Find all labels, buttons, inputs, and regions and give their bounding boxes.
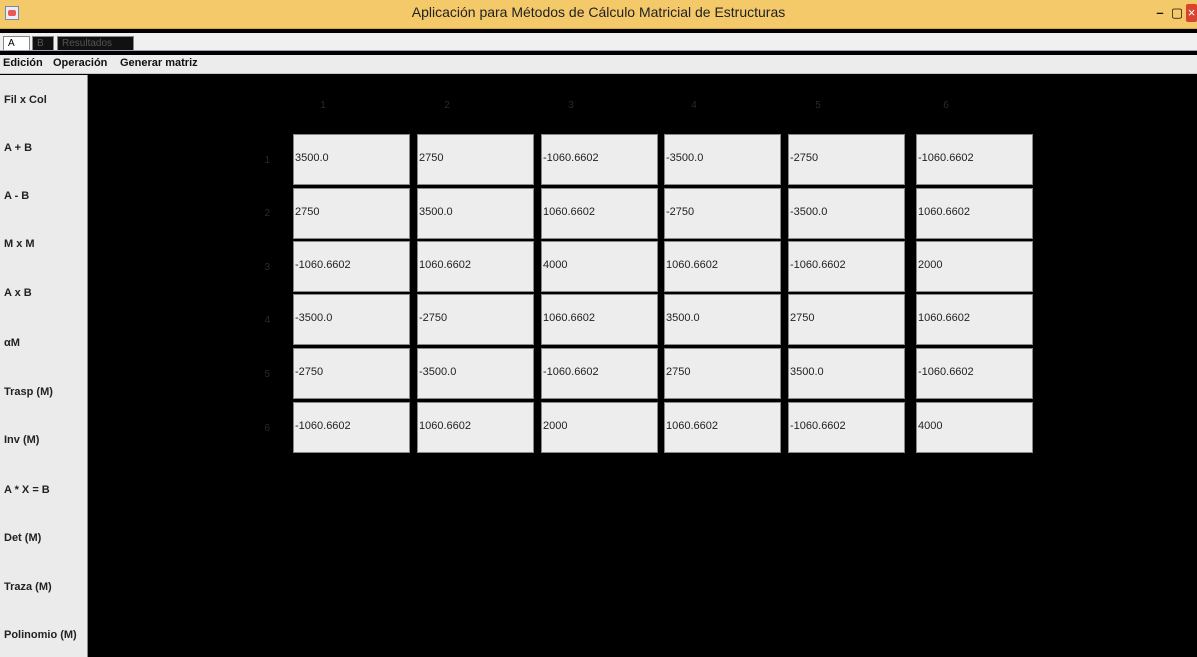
- matrix-cell[interactable]: -2750: [664, 188, 781, 239]
- matrix-cell[interactable]: -3500.0: [664, 134, 781, 185]
- tab-a[interactable]: A: [3, 36, 30, 50]
- matrix-cell[interactable]: 1060.6602: [417, 241, 534, 292]
- a-x-b-button[interactable]: A x B: [0, 271, 87, 315]
- inverse-button[interactable]: Inv (M): [0, 418, 87, 462]
- matrix-cell[interactable]: 3500.0: [788, 348, 905, 399]
- matrix-cell[interactable]: -3500.0: [293, 294, 410, 345]
- matrix-cell[interactable]: 3500.0: [293, 134, 410, 185]
- matrix-cell[interactable]: 1060.6602: [664, 402, 781, 453]
- close-button[interactable]: ×: [1186, 4, 1197, 22]
- polynomial-button[interactable]: Polinomio (M): [0, 613, 87, 657]
- tab-b[interactable]: B: [32, 36, 54, 50]
- matrix-cell[interactable]: -2750: [293, 348, 410, 399]
- matrix-cell[interactable]: 3500.0: [417, 188, 534, 239]
- tab-resultados[interactable]: Resultados: [57, 36, 134, 50]
- matrix-cell[interactable]: 1060.6602: [916, 188, 1033, 239]
- column-header: 5: [815, 100, 821, 111]
- tab-bar: A B Resultados: [0, 33, 1197, 51]
- a-plus-b-button[interactable]: A + B: [0, 126, 87, 170]
- row-header: 6: [264, 423, 270, 434]
- matrix-cell[interactable]: -1060.6602: [916, 348, 1033, 399]
- matrix-cell[interactable]: -1060.6602: [293, 402, 410, 453]
- row-header: 2: [264, 208, 270, 219]
- scalar-multiply-button[interactable]: αM: [0, 321, 87, 365]
- matrix-cell[interactable]: 1060.6602: [541, 188, 658, 239]
- matrix-cell[interactable]: -1060.6602: [541, 134, 658, 185]
- a-minus-b-button[interactable]: A - B: [0, 174, 87, 218]
- matrix-cell[interactable]: 1060.6602: [541, 294, 658, 345]
- matrix-cell[interactable]: -1060.6602: [541, 348, 658, 399]
- matrix-cell[interactable]: 2750: [293, 188, 410, 239]
- menu-generar-matriz[interactable]: Generar matriz: [120, 57, 198, 69]
- matrix-cell[interactable]: 2750: [664, 348, 781, 399]
- menu-operacion[interactable]: Operación: [53, 57, 107, 69]
- row-header: 4: [264, 315, 270, 326]
- column-header: 2: [444, 100, 450, 111]
- column-header: 1: [320, 100, 326, 111]
- matrix-cell[interactable]: -1060.6602: [788, 402, 905, 453]
- trace-button[interactable]: Traza (M): [0, 565, 87, 609]
- determinant-button[interactable]: Det (M): [0, 516, 87, 560]
- matrix-cell[interactable]: -1060.6602: [788, 241, 905, 292]
- matrix-cell[interactable]: -2750: [788, 134, 905, 185]
- column-header: 4: [691, 100, 697, 111]
- matrix-cell[interactable]: -3500.0: [417, 348, 534, 399]
- window-title: Aplicación para Métodos de Cálculo Matri…: [411, 4, 786, 20]
- matrix-cell[interactable]: 1060.6602: [417, 402, 534, 453]
- maximize-button[interactable]: ▢: [1170, 4, 1184, 22]
- row-header: 1: [264, 155, 270, 166]
- matrix-cell[interactable]: 3500.0: [664, 294, 781, 345]
- title-bar: Aplicación para Métodos de Cálculo Matri…: [0, 0, 1197, 29]
- matrix-cell[interactable]: 2750: [417, 134, 534, 185]
- column-header: 3: [568, 100, 574, 111]
- row-header: 5: [264, 369, 270, 380]
- matrix-cell[interactable]: -3500.0: [788, 188, 905, 239]
- menu-bar: Edición Operación Generar matriz: [0, 55, 1197, 74]
- fil-x-col-button[interactable]: Fil x Col: [0, 78, 87, 122]
- matrix-cell[interactable]: -2750: [417, 294, 534, 345]
- m-x-m-button[interactable]: M x M: [0, 222, 87, 266]
- matrix-cell[interactable]: 2000: [541, 402, 658, 453]
- matrix-cell[interactable]: 1060.6602: [664, 241, 781, 292]
- menu-edicion[interactable]: Edición: [3, 57, 43, 69]
- matrix-cell[interactable]: -1060.6602: [916, 134, 1033, 185]
- matrix-cell[interactable]: 4000: [916, 402, 1033, 453]
- operations-sidebar: Fil x Col A + B A - B M x M A x B αM Tra…: [0, 75, 88, 657]
- minimize-button[interactable]: –: [1153, 4, 1167, 22]
- solve-system-button[interactable]: A * X = B: [0, 468, 87, 512]
- matrix-cell[interactable]: 2000: [916, 241, 1033, 292]
- matrix-cell[interactable]: 2750: [788, 294, 905, 345]
- column-header: 6: [943, 100, 949, 111]
- transpose-button[interactable]: Trasp (M): [0, 370, 87, 414]
- matrix-cell[interactable]: 1060.6602: [916, 294, 1033, 345]
- matrix-cell[interactable]: -1060.6602: [293, 241, 410, 292]
- row-header: 3: [264, 262, 270, 273]
- matrix-cell[interactable]: 4000: [541, 241, 658, 292]
